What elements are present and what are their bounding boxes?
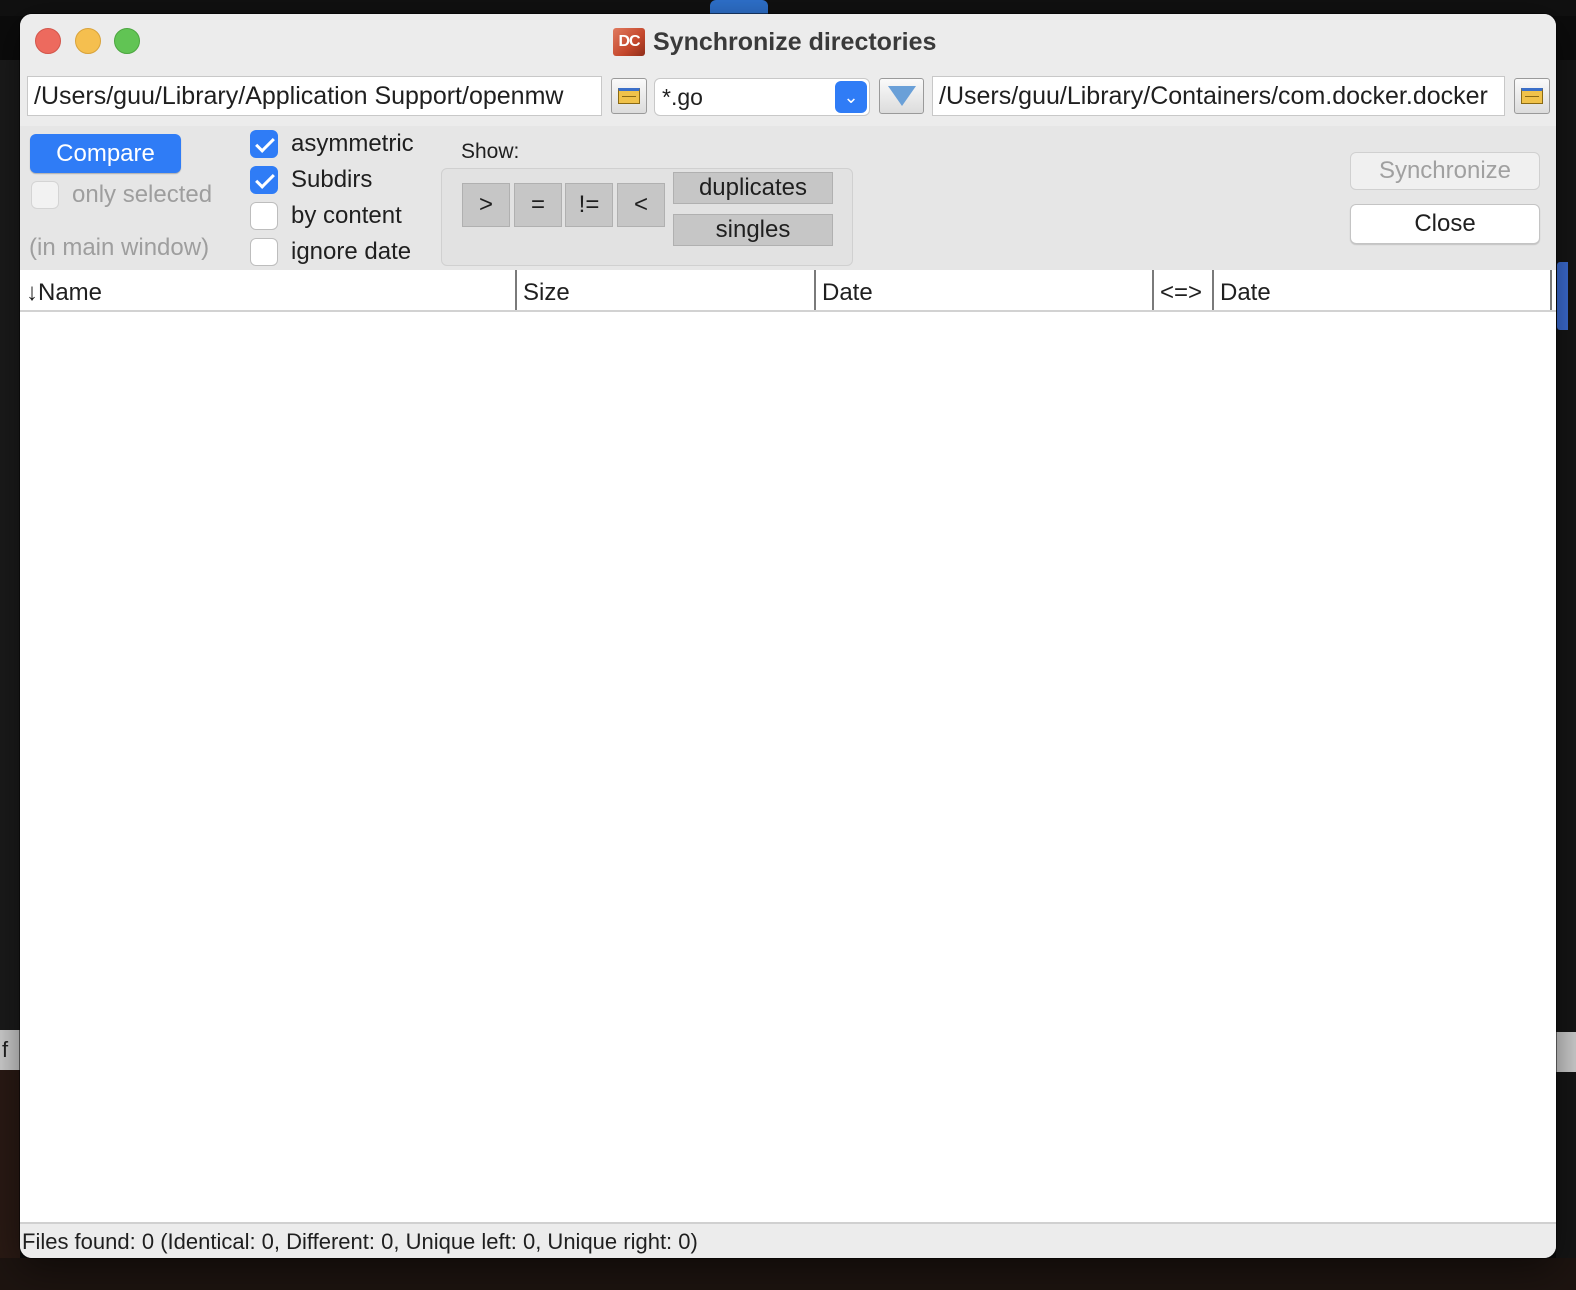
- show-singles-button[interactable]: singles: [673, 214, 833, 246]
- file-filter-value: *.go: [662, 84, 703, 110]
- edit-filter-button[interactable]: [879, 78, 924, 114]
- options-panel: Compare only selected (in main window) a…: [20, 126, 1556, 270]
- by-content-checkbox[interactable]: [250, 202, 278, 230]
- left-path-input[interactable]: /Users/guu/Library/Application Support/o…: [27, 76, 602, 116]
- results-table[interactable]: ↓Name Size Date <=> Date: [20, 270, 1556, 1222]
- show-not-equal-button[interactable]: !=: [565, 183, 613, 227]
- column-header-size[interactable]: Size: [517, 270, 816, 310]
- status-bar: Files found: 0 (Identical: 0, Different:…: [20, 1222, 1556, 1258]
- column-header-compare[interactable]: <=>: [1154, 270, 1214, 310]
- synchronize-button: Synchronize: [1350, 152, 1540, 190]
- window-title-group: DC Synchronize directories: [613, 26, 936, 58]
- maximize-window-button[interactable]: [114, 28, 140, 54]
- show-duplicates-button[interactable]: duplicates: [673, 172, 833, 204]
- folder-icon: [1521, 88, 1543, 104]
- ignore-date-label: ignore date: [291, 238, 412, 265]
- column-header-name[interactable]: ↓Name: [20, 270, 517, 310]
- chevron-down-icon[interactable]: ⌄: [835, 81, 867, 113]
- asymmetric-checkbox[interactable]: [250, 130, 278, 158]
- subdirs-option[interactable]: Subdirs: [250, 165, 372, 195]
- path-row: /Users/guu/Library/Application Support/o…: [20, 70, 1556, 126]
- by-content-label: by content: [291, 202, 402, 229]
- filter-funnel-icon: [887, 86, 916, 106]
- show-equal-button[interactable]: =: [514, 183, 562, 227]
- browse-right-folder-button[interactable]: [1514, 78, 1550, 114]
- asymmetric-option[interactable]: asymmetric: [250, 129, 414, 159]
- desktop-wallpaper: [0, 1070, 20, 1290]
- show-right-newer-button[interactable]: <: [617, 183, 665, 227]
- show-filter-group: > = != < duplicates singles: [441, 168, 853, 266]
- background-selection-marker: [1557, 262, 1568, 330]
- show-label: Show:: [461, 140, 520, 163]
- status-text: Files found: 0 (Identical: 0, Different:…: [22, 1229, 698, 1254]
- compare-button[interactable]: Compare: [30, 134, 181, 173]
- app-logo-icon: DC: [613, 28, 645, 56]
- show-left-newer-button[interactable]: >: [462, 183, 510, 227]
- close-window-button[interactable]: [35, 28, 61, 54]
- subdirs-checkbox[interactable]: [250, 166, 278, 194]
- desktop-folder-icon: [710, 0, 768, 14]
- browse-left-folder-button[interactable]: [611, 78, 647, 114]
- by-content-option[interactable]: by content: [250, 201, 402, 231]
- desktop-wallpaper-bottom: [0, 1258, 1576, 1290]
- minimize-window-button[interactable]: [75, 28, 101, 54]
- background-window-label: f 2: [0, 1030, 20, 1070]
- column-header-name-label: Name: [38, 279, 103, 306]
- background-window-right: [1556, 60, 1576, 1290]
- window-title: Synchronize directories: [653, 27, 937, 56]
- folder-icon: [618, 88, 640, 104]
- table-header: ↓Name Size Date <=> Date: [20, 270, 1556, 312]
- column-header-right-date[interactable]: Date: [1214, 270, 1552, 310]
- only-selected-option: only selected: [31, 180, 212, 210]
- sort-arrow-icon: ↓: [26, 279, 38, 306]
- ignore-date-checkbox[interactable]: [250, 238, 278, 266]
- only-selected-checkbox: [31, 181, 59, 209]
- sync-directories-window: DC Synchronize directories /Users/guu/Li…: [20, 14, 1556, 1258]
- title-bar[interactable]: DC Synchronize directories: [20, 14, 1556, 70]
- background-window-bar: [1556, 1032, 1576, 1072]
- ignore-date-option[interactable]: ignore date: [250, 237, 411, 267]
- asymmetric-label: asymmetric: [291, 130, 414, 157]
- subdirs-label: Subdirs: [291, 166, 373, 193]
- close-button[interactable]: Close: [1350, 204, 1540, 244]
- file-filter-combobox[interactable]: *.go ⌄: [654, 78, 870, 116]
- background-window-left: [0, 60, 20, 1070]
- right-path-input[interactable]: /Users/guu/Library/Containers/com.docker…: [932, 76, 1505, 116]
- column-header-left-date[interactable]: Date: [816, 270, 1154, 310]
- in-main-window-label: (in main window): [29, 234, 210, 261]
- only-selected-label: only selected: [72, 181, 213, 208]
